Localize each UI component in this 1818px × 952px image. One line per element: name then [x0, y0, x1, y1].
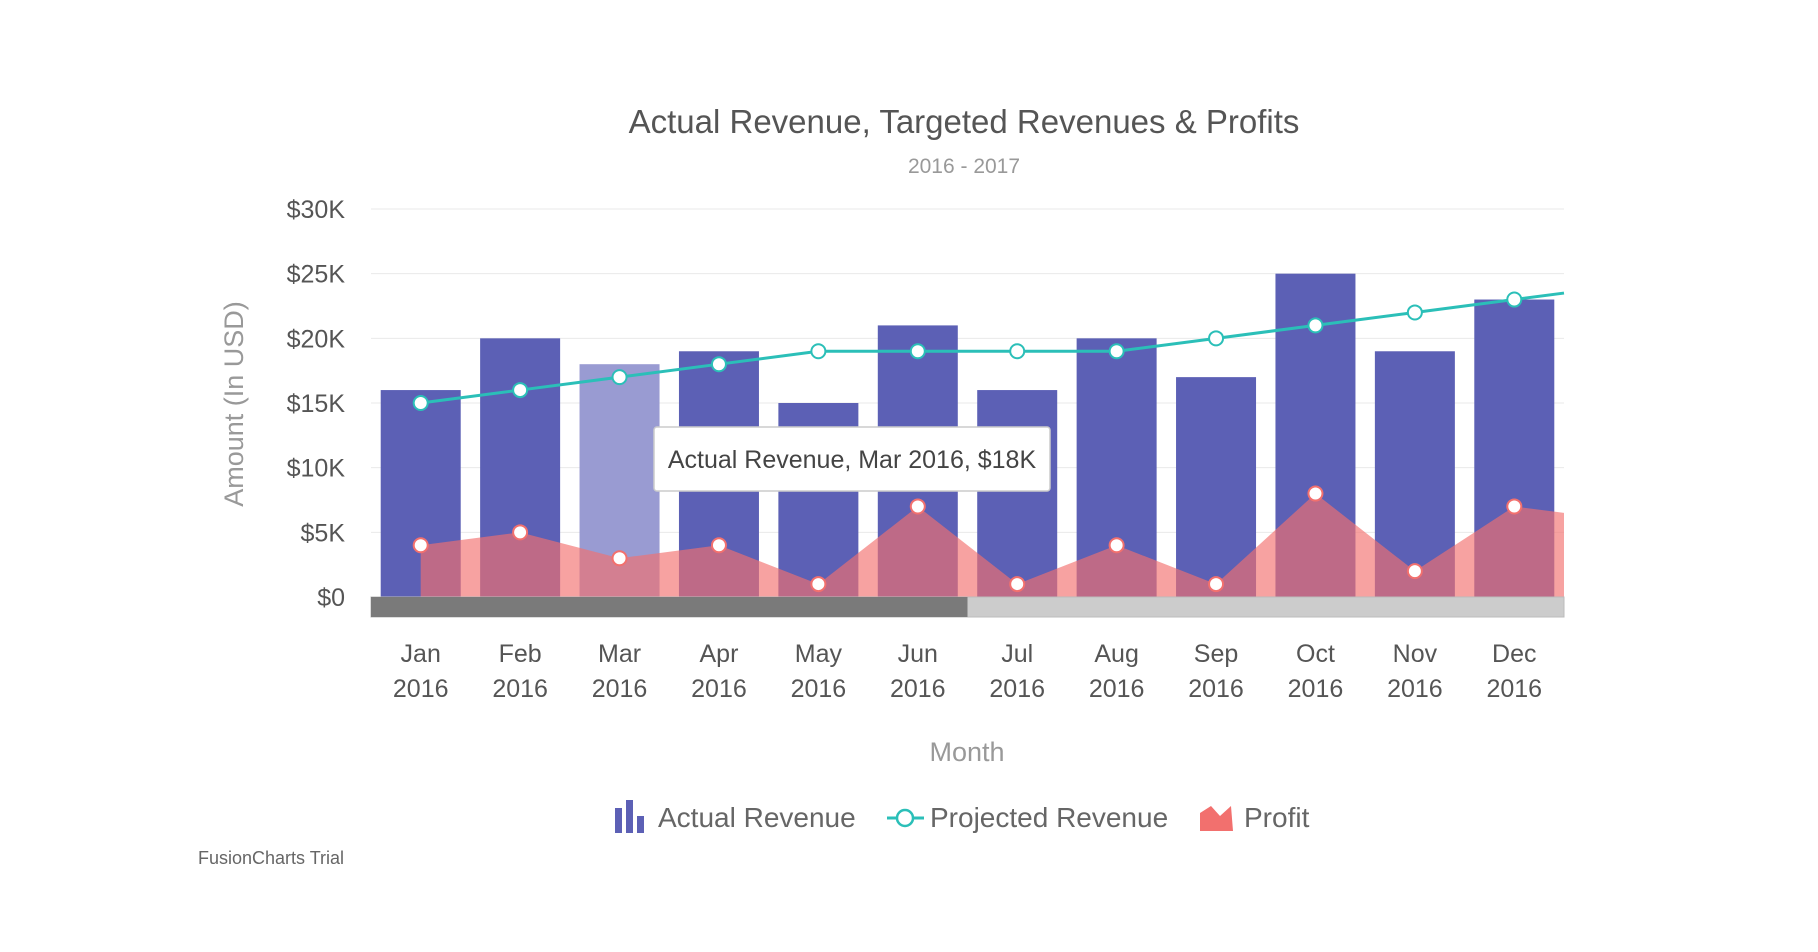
x-tick-month: Jan [401, 640, 441, 668]
x-tick-year: 2016 [1288, 675, 1344, 703]
x-tick-year: 2016 [592, 675, 648, 703]
x-tick-year: 2016 [791, 675, 847, 703]
x-tick-month: Dec [1492, 640, 1536, 668]
projected-revenue-point[interactable] [512, 382, 529, 399]
profit-point[interactable] [1108, 537, 1125, 554]
legend-label-actual-revenue: Actual Revenue [658, 802, 856, 833]
projected-revenue-point[interactable] [810, 343, 827, 360]
profit-point[interactable] [1506, 498, 1523, 515]
legend: Actual Revenue Projected Revenue Profit [615, 800, 1310, 833]
x-tick-year: 2016 [1089, 675, 1145, 703]
tooltip-text: Actual Revenue, Mar 2016, $18K [668, 446, 1037, 474]
chart-subtitle: 2016 - 2017 [908, 155, 1020, 178]
x-tick-month: Feb [499, 640, 542, 668]
y-tick-label: $15K [287, 390, 346, 418]
x-tick-month: Jun [898, 640, 938, 668]
x-tick-year: 2016 [691, 675, 747, 703]
projected-revenue-point[interactable] [611, 369, 628, 386]
area-chart-icon [1200, 806, 1233, 831]
x-tick-month: Aug [1094, 640, 1138, 668]
y-axis-ticks: $0 $5K $10K $15K $20K $25K $30K [287, 196, 346, 612]
profit-point[interactable] [611, 550, 628, 567]
x-tick-month: Apr [700, 640, 739, 668]
scrollbar-thumb[interactable] [371, 597, 968, 617]
profit-point[interactable] [1009, 576, 1026, 593]
line-marker-icon [887, 808, 924, 828]
x-tick-year: 2016 [890, 675, 946, 703]
projected-revenue-point[interactable] [1406, 304, 1423, 321]
projected-revenue-point[interactable] [1108, 343, 1125, 360]
x-tick-year: 2016 [1486, 675, 1542, 703]
profit-point[interactable] [810, 576, 827, 593]
projected-revenue-point[interactable] [1009, 343, 1026, 360]
profit-point[interactable] [512, 524, 529, 541]
x-tick-month: Oct [1296, 640, 1335, 668]
profit-point[interactable] [909, 498, 926, 515]
chart-title: Actual Revenue, Targeted Revenues & Prof… [629, 103, 1300, 140]
legend-item-projected-revenue[interactable]: Projected Revenue [887, 802, 1168, 833]
legend-item-actual-revenue[interactable]: Actual Revenue [615, 800, 856, 833]
projected-revenue-point[interactable] [412, 395, 429, 411]
y-tick-label: $10K [287, 455, 346, 483]
x-tick-year: 2016 [393, 675, 449, 703]
x-tick-month: May [795, 640, 843, 668]
y-tick-label: $25K [287, 261, 346, 289]
x-tick-month: Jul [1001, 640, 1033, 668]
x-tick-month: Mar [598, 640, 641, 668]
legend-label-projected-revenue: Projected Revenue [930, 802, 1168, 833]
x-tick-year: 2016 [492, 675, 548, 703]
bar-chart-icon [615, 800, 644, 833]
profit-point[interactable] [1208, 576, 1225, 593]
tooltip: Actual Revenue, Mar 2016, $18K [653, 426, 1051, 492]
legend-item-profit[interactable]: Profit [1200, 802, 1310, 833]
x-axis-title: Month [929, 737, 1004, 767]
projected-revenue-point[interactable] [909, 343, 926, 360]
profit-point[interactable] [1307, 485, 1324, 502]
y-tick-label: $5K [301, 519, 346, 547]
x-tick-year: 2016 [1188, 675, 1244, 703]
x-tick-month: Sep [1194, 640, 1238, 668]
x-tick-year: 2016 [989, 675, 1045, 703]
projected-revenue-point[interactable] [1208, 330, 1225, 347]
x-tick-year: 2016 [1387, 675, 1443, 703]
projected-revenue-point[interactable] [710, 356, 727, 373]
profit-point[interactable] [412, 537, 429, 554]
projected-revenue-point[interactable] [1307, 317, 1324, 334]
projected-revenue-point[interactable] [1506, 291, 1523, 308]
y-axis-title: Amount (In USD) [219, 301, 249, 507]
x-axis-ticks: Jan 2016 Feb 2016 Mar 2016 Apr 2016 May 2016 Jun 20… [393, 640, 1542, 703]
x-tick-month: Nov [1393, 640, 1438, 668]
y-tick-label: $20K [287, 325, 346, 353]
profit-point[interactable] [1406, 563, 1423, 580]
profit-point[interactable] [710, 537, 727, 554]
watermark-text: FusionCharts Trial [198, 848, 344, 868]
scrollbar[interactable] [370, 596, 1565, 618]
legend-label-profit: Profit [1244, 802, 1310, 833]
y-tick-label: $0 [317, 584, 345, 612]
chart-canvas: Actual Revenue, Targeted Revenues & Prof… [198, 103, 1565, 868]
y-tick-label: $30K [287, 196, 346, 224]
